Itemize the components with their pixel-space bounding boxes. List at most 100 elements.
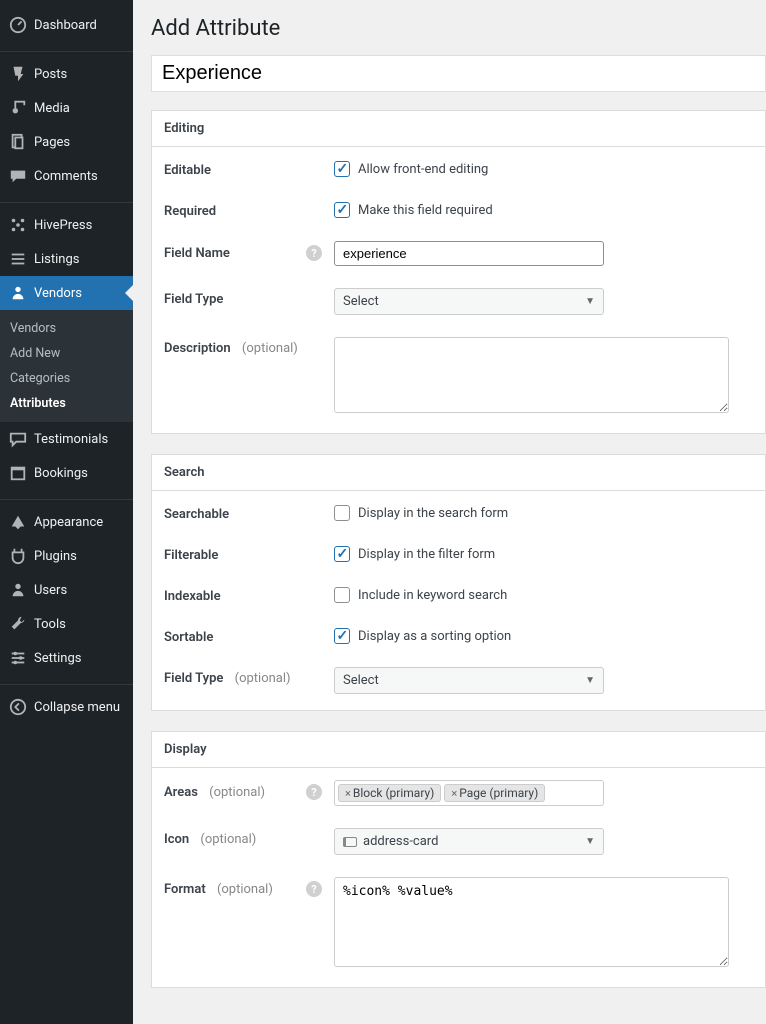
area-tag: ×Page (primary) <box>444 784 545 802</box>
sidebar-item-tools[interactable]: Tools <box>0 607 133 641</box>
editable-check-label: Allow front-end editing <box>358 162 488 177</box>
sidebar-item-bookings[interactable]: Bookings <box>0 456 133 490</box>
required-check-label: Make this field required <box>358 203 493 218</box>
sortable-label: Sortable <box>164 626 334 645</box>
searchable-checkbox[interactable] <box>334 505 350 521</box>
search-fieldtype-value: Select <box>343 673 379 688</box>
required-checkbox[interactable] <box>334 202 350 218</box>
sidebar-item-testimonials[interactable]: Testimonials <box>0 422 133 456</box>
menu-label: HivePress <box>34 218 92 233</box>
sidebar-item-settings[interactable]: Settings <box>0 641 133 675</box>
fieldtype-select[interactable]: Select ▼ <box>334 288 604 315</box>
tag-remove-icon[interactable]: × <box>345 787 351 800</box>
fieldtype-label: Field Type <box>164 288 334 307</box>
comment-icon <box>8 166 28 186</box>
menu-label: Comments <box>34 169 98 184</box>
icon-select[interactable]: address-card ▼ <box>334 828 604 855</box>
sidebar-collapse-menu[interactable]: Collapse menu <box>0 690 133 724</box>
sidebar-item-vendors[interactable]: Vendors <box>0 276 133 310</box>
indexable-label: Indexable <box>164 585 334 604</box>
menu-label: Users <box>34 583 67 598</box>
sortable-checkbox[interactable] <box>334 628 350 644</box>
editing-heading: Editing <box>152 111 765 147</box>
chevron-down-icon: ▼ <box>585 296 595 307</box>
chevron-down-icon: ▼ <box>585 836 595 847</box>
sidebar-item-appearance[interactable]: Appearance <box>0 505 133 539</box>
listings-icon <box>8 249 28 269</box>
plugins-icon <box>8 546 28 566</box>
indexable-check-label: Include in keyword search <box>358 588 507 603</box>
search-fieldtype-label: Field Type <box>164 671 223 686</box>
icon-value: address-card <box>363 834 438 849</box>
menu-label: Listings <box>34 252 79 267</box>
submenu-vendors[interactable]: Vendors <box>0 316 133 341</box>
searchable-label: Searchable <box>164 503 334 522</box>
menu-label: Vendors <box>34 286 82 301</box>
media-icon <box>8 98 28 118</box>
menu-label: Collapse menu <box>34 700 120 715</box>
sidebar-item-media[interactable]: Media <box>0 91 133 125</box>
dashboard-icon <box>8 15 28 35</box>
menu-label: Plugins <box>34 549 77 564</box>
tag-remove-icon[interactable]: × <box>451 787 457 800</box>
sidebar-item-pages[interactable]: Pages <box>0 125 133 159</box>
submenu-categories[interactable]: Categories <box>0 366 133 391</box>
address-card-icon <box>343 837 357 847</box>
editing-metabox: Editing Editable Allow front-end editing… <box>151 110 766 434</box>
icon-optional: (optional) <box>200 832 256 847</box>
display-metabox: Display Areas (optional) ? ×Block (prima… <box>151 731 766 988</box>
sidebar-item-hivepress[interactable]: HivePress <box>0 208 133 242</box>
area-tag: ×Block (primary) <box>338 784 441 802</box>
vendors-icon <box>8 283 28 303</box>
sidebar-item-listings[interactable]: Listings <box>0 242 133 276</box>
editable-label: Editable <box>164 159 334 178</box>
format-optional: (optional) <box>217 882 273 897</box>
page-title: Add Attribute <box>151 16 766 41</box>
settings-icon <box>8 648 28 668</box>
display-heading: Display <box>152 732 765 768</box>
fieldname-input[interactable] <box>334 241 604 266</box>
format-label: Format <box>164 882 206 897</box>
chevron-down-icon: ▼ <box>585 675 595 686</box>
tools-icon <box>8 614 28 634</box>
areas-tags-input[interactable]: ×Block (primary) ×Page (primary) <box>334 780 604 806</box>
menu-label: Dashboard <box>34 18 97 33</box>
filterable-checkbox[interactable] <box>334 546 350 562</box>
appearance-icon <box>8 512 28 532</box>
search-fieldtype-select[interactable]: Select ▼ <box>334 667 604 694</box>
description-label: Description <box>164 341 231 356</box>
bookings-icon <box>8 463 28 483</box>
collapse-icon <box>8 697 28 717</box>
menu-label: Pages <box>34 135 70 150</box>
fieldtype-value: Select <box>343 294 379 309</box>
menu-label: Settings <box>34 651 81 666</box>
menu-label: Testimonials <box>34 432 108 447</box>
submenu-add-new[interactable]: Add New <box>0 341 133 366</box>
page-icon <box>8 132 28 152</box>
description-textarea[interactable] <box>334 337 729 413</box>
sidebar-item-posts[interactable]: Posts <box>0 57 133 91</box>
search-heading: Search <box>152 455 765 491</box>
areas-optional: (optional) <box>209 785 265 800</box>
help-icon[interactable]: ? <box>306 784 322 800</box>
searchable-check-label: Display in the search form <box>358 506 508 521</box>
help-icon[interactable]: ? <box>306 245 322 261</box>
sidebar-item-users[interactable]: Users <box>0 573 133 607</box>
menu-label: Tools <box>34 617 66 632</box>
search-metabox: Search Searchable Display in the search … <box>151 454 766 711</box>
description-optional: (optional) <box>242 341 298 356</box>
attribute-name-input[interactable] <box>151 55 766 92</box>
users-icon <box>8 580 28 600</box>
sidebar-item-dashboard[interactable]: Dashboard <box>0 8 133 42</box>
sidebar-item-plugins[interactable]: Plugins <box>0 539 133 573</box>
filterable-label: Filterable <box>164 544 334 563</box>
sortable-check-label: Display as a sorting option <box>358 629 511 644</box>
help-icon[interactable]: ? <box>306 881 322 897</box>
editable-checkbox[interactable] <box>334 161 350 177</box>
format-textarea[interactable] <box>334 877 729 967</box>
hivepress-icon <box>8 215 28 235</box>
sidebar-item-comments[interactable]: Comments <box>0 159 133 193</box>
submenu-attributes[interactable]: Attributes <box>0 391 133 416</box>
indexable-checkbox[interactable] <box>334 587 350 603</box>
areas-label: Areas <box>164 785 198 800</box>
